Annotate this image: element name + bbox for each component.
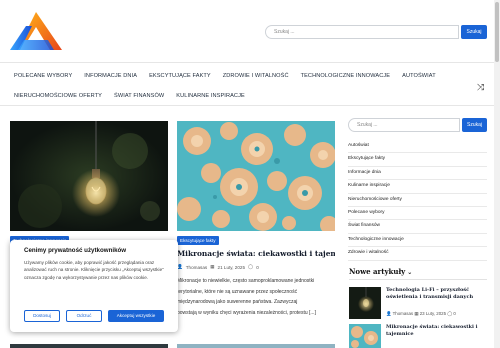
sidebar-item-informacje-dnia[interactable]: Informacje dnia bbox=[348, 167, 487, 181]
new-article-author[interactable]: Thomasas bbox=[393, 311, 414, 316]
new-articles-title: Nowe artykuły bbox=[349, 267, 406, 276]
cookie-reject-button[interactable]: Odrzuć bbox=[66, 310, 102, 322]
comment-icon: ◯ bbox=[248, 264, 254, 269]
nav-item-swiat-finansow[interactable]: ŚWIAT FINANSÓW bbox=[108, 86, 170, 106]
new-article-thumbnail[interactable] bbox=[349, 287, 381, 319]
comment-icon: ◯ bbox=[447, 311, 453, 316]
nav-item-technologiczne-innowacje[interactable]: TECHNOLOGICZNE INNOWACJE bbox=[295, 66, 397, 86]
post-card: Ekscytujące fakty Mikronacje świata: cie… bbox=[177, 121, 335, 348]
sidebar-item-zdrowie-i-witalnosc[interactable]: Zdrowie i witalność bbox=[348, 247, 487, 261]
post-title[interactable]: Mikronacje świata: ciekawostki i tajemni… bbox=[177, 249, 335, 259]
new-articles-heading: Nowe artykuły ⌄ bbox=[349, 267, 412, 276]
site-header: Szukaj ... Szukaj bbox=[0, 0, 500, 62]
nav-item-kulinarne-inspiracje[interactable]: KULINARNE INSPIRACJE bbox=[170, 86, 251, 106]
cookie-accept-all-button[interactable]: Akceptuj wszystkie bbox=[108, 310, 164, 322]
category-tag[interactable]: Ekscytujące fakty bbox=[177, 236, 219, 245]
cookie-buttons: Dostosuj Odrzuć Akceptuj wszystkie bbox=[24, 310, 164, 322]
user-icon: 👤 bbox=[386, 311, 392, 316]
sidebar-search-input[interactable]: Szukaj ... bbox=[348, 118, 460, 132]
nav-item-ekscytujace-fakty[interactable]: EKSCYTUJĄCE FAKTY bbox=[143, 66, 217, 86]
next-post-image[interactable] bbox=[10, 344, 168, 348]
excerpt-line: Mikronacje to niewielkie, często samopro… bbox=[177, 278, 315, 284]
sidebar-item-autoswiat[interactable]: Autoświat bbox=[348, 140, 487, 154]
sidebar-item-ekscytujace-fakty[interactable]: Ekscytujące fakty bbox=[348, 153, 487, 167]
sidebar-search-button[interactable]: Szukaj bbox=[462, 118, 487, 132]
header-search: Szukaj ... Szukaj bbox=[265, 25, 487, 39]
post-excerpt: Mikronacje to niewielkie, często samopro… bbox=[177, 276, 335, 318]
new-article-title[interactable]: Mikronacje świata: ciekawostki i tajemni… bbox=[386, 324, 487, 338]
post-date: 21 Luty, 2025 bbox=[217, 264, 246, 270]
nav-row-1: POLECANE WYBORY INFORMACJE DNIA EKSCYTUJ… bbox=[8, 66, 442, 86]
excerpt-line: terytorialne, które nie są uznawane prze… bbox=[177, 288, 298, 295]
new-article-thumbnail[interactable] bbox=[349, 324, 381, 348]
nav-item-zdrowie-i-witalnosc[interactable]: ZDROWIE I WITALNOŚĆ bbox=[217, 66, 295, 86]
site-logo[interactable] bbox=[10, 12, 62, 50]
divider bbox=[349, 279, 487, 280]
calendar-icon: ▦ bbox=[210, 264, 215, 269]
calendar-icon: ▦ bbox=[414, 311, 419, 316]
post-meta: 👤 Thomasas ▦ 21 Luty, 2025 ◯ 0 bbox=[177, 263, 262, 271]
cookie-consent-dialog: Cenimy prywatność użytkowników Używamy p… bbox=[10, 240, 178, 332]
chevron-down-icon: ⌄ bbox=[407, 269, 413, 276]
next-post-image[interactable] bbox=[177, 344, 335, 348]
cookie-title: Cenimy prywatność użytkowników bbox=[24, 247, 127, 254]
post-comments[interactable]: 0 bbox=[256, 265, 259, 270]
cookie-text: Używamy plików cookie, aby poprawić jako… bbox=[24, 260, 164, 280]
excerpt-line: powstają w wyniku chęci wyrażenia niezal… bbox=[177, 309, 316, 316]
new-article-item: Mikronacje świata: ciekawostki i tajemni… bbox=[349, 324, 487, 348]
excerpt-line: międzynarodową jako suwerenne państwa. Z… bbox=[177, 299, 298, 305]
main-navigation: POLECANE WYBORY INFORMACJE DNIA EKSCYTUJ… bbox=[0, 62, 500, 106]
sidebar-item-nieruchomosciowe-oferty[interactable]: Nieruchomościowe oferty bbox=[348, 194, 487, 207]
post-author[interactable]: Thomasas bbox=[186, 265, 207, 270]
new-article-date: 23 Luty, 2025 bbox=[419, 311, 447, 316]
sidebar-category-list: Autoświat Ekscytujące fakty Informacje d… bbox=[348, 140, 487, 261]
new-article-meta: 👤 Thomasas ▦ 23 Luty, 2025 ◯ 0 bbox=[386, 311, 456, 317]
header-search-button[interactable]: Szukaj bbox=[461, 25, 487, 39]
nav-item-nieruchomosciowe-oferty[interactable]: NIERUCHOMOŚCIOWE OFERTY bbox=[8, 86, 108, 106]
scrollbar[interactable] bbox=[494, 0, 500, 348]
sidebar-item-swiat-finansow[interactable]: Świat finansów bbox=[348, 220, 487, 234]
new-article-title[interactable]: Technologia Li-Fi – przyszłość oświetlen… bbox=[386, 287, 487, 301]
sidebar-item-kulinarne-inspiracje[interactable]: Kulinarne inspiracje bbox=[348, 180, 487, 194]
new-article-comments[interactable]: 0 bbox=[453, 311, 455, 316]
nav-item-informacje-dnia[interactable]: INFORMACJE DNIA bbox=[78, 66, 143, 86]
new-article-item: Technologia Li-Fi – przyszłość oświetlen… bbox=[349, 287, 487, 319]
scrollbar-thumb[interactable] bbox=[495, 2, 499, 62]
page: Szukaj ... Szukaj POLECANE WYBORY INFORM… bbox=[0, 0, 500, 348]
post-image-lightbulb[interactable] bbox=[10, 121, 168, 231]
header-search-input[interactable]: Szukaj ... bbox=[265, 25, 459, 39]
shuffle-icon[interactable]: ⤨ bbox=[477, 82, 487, 92]
sidebar-item-technologiczne-innowacje[interactable]: Technologiczne innowacje bbox=[348, 234, 487, 248]
post-image-bubbles[interactable] bbox=[177, 121, 335, 231]
sidebar-search: Szukaj ... Szukaj bbox=[348, 118, 487, 132]
nav-item-autoswiat[interactable]: AUTOŚWIAT bbox=[396, 66, 442, 86]
nav-row-2: NIERUCHOMOŚCIOWE OFERTY ŚWIAT FINANSÓW K… bbox=[8, 86, 251, 106]
cookie-customize-button[interactable]: Dostosuj bbox=[24, 310, 60, 322]
nav-item-polecane-wybory[interactable]: POLECANE WYBORY bbox=[8, 66, 78, 86]
sidebar-item-polecane-wybory[interactable]: Polecane wybory bbox=[348, 207, 487, 221]
